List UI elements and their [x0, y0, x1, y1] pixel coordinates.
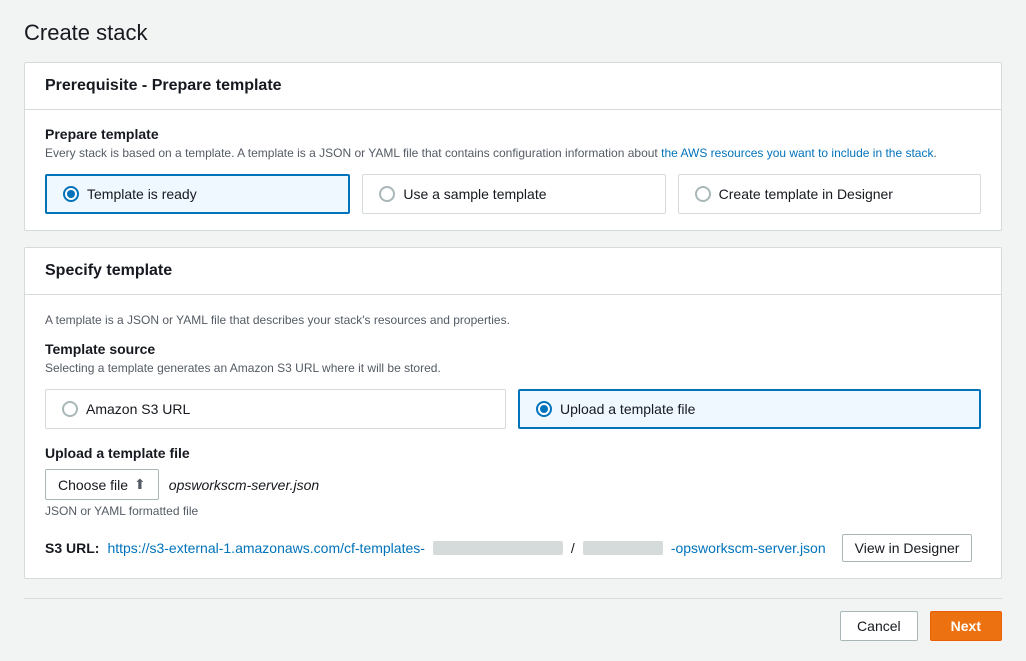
aws-resources-link[interactable]: the AWS resources you want to include in… — [661, 146, 933, 160]
specify-template-header: Specify template — [25, 248, 1001, 295]
template-ready-radio — [63, 186, 79, 202]
upload-file-option[interactable]: Upload a template file — [518, 389, 981, 429]
s3-url-option[interactable]: Amazon S3 URL — [45, 389, 506, 429]
s3-url-static-label: S3 URL: — [45, 540, 99, 556]
prerequisite-section: Prerequisite - Prepare template Prepare … — [24, 62, 1002, 231]
upload-file-label: Upload a template file — [560, 401, 695, 417]
template-ready-option[interactable]: Template is ready — [45, 174, 350, 214]
template-source-desc: Selecting a template generates an Amazon… — [45, 359, 981, 377]
designer-template-option[interactable]: Create template in Designer — [678, 174, 981, 214]
designer-template-radio — [695, 186, 711, 202]
upload-file-section-label: Upload a template file — [45, 445, 981, 461]
s3-url-redacted-segment-1 — [433, 541, 563, 555]
sample-template-label: Use a sample template — [403, 186, 546, 202]
upload-file-section: Upload a template file Choose file ⬆ ops… — [45, 445, 981, 518]
s3-url-slash: / — [571, 540, 575, 556]
s3-url-display-row: S3 URL: https://s3-external-1.amazonaws.… — [45, 534, 981, 562]
specify-template-desc: A template is a JSON or YAML file that d… — [45, 311, 981, 329]
cancel-button[interactable]: Cancel — [840, 611, 918, 641]
s3-url-suffix: -opsworkscm-server.json — [671, 540, 826, 556]
prepare-template-label: Prepare template — [45, 126, 981, 142]
s3-url-radio — [62, 401, 78, 417]
template-source-options: Amazon S3 URL Upload a template file — [45, 389, 981, 429]
choose-file-row: Choose file ⬆ opsworkscm-server.json — [45, 469, 981, 500]
template-ready-label: Template is ready — [87, 186, 197, 202]
view-in-designer-button[interactable]: View in Designer — [842, 534, 973, 562]
prerequisite-section-header: Prerequisite - Prepare template — [25, 63, 1001, 110]
page-footer: Cancel Next — [24, 598, 1002, 641]
template-source-label: Template source — [45, 341, 981, 357]
prepare-template-desc: Every stack is based on a template. A te… — [45, 144, 981, 162]
s3-url-label: Amazon S3 URL — [86, 401, 190, 417]
s3-url-redacted-segment-2 — [583, 541, 663, 555]
prepare-template-options: Template is ready Use a sample template … — [45, 174, 981, 214]
sample-template-radio — [379, 186, 395, 202]
specify-template-section: Specify template A template is a JSON or… — [24, 247, 1002, 579]
choose-file-btn-label: Choose file — [58, 477, 128, 493]
upload-icon: ⬆ — [134, 476, 146, 493]
upload-file-radio — [536, 401, 552, 417]
page-title: Create stack — [24, 20, 1002, 46]
s3-url-prefix: https://s3-external-1.amazonaws.com/cf-t… — [107, 540, 424, 556]
next-button[interactable]: Next — [930, 611, 1002, 641]
designer-template-label: Create template in Designer — [719, 186, 893, 202]
choose-file-button[interactable]: Choose file ⬆ — [45, 469, 159, 500]
sample-template-option[interactable]: Use a sample template — [362, 174, 665, 214]
uploaded-filename: opsworkscm-server.json — [169, 477, 319, 493]
file-format-hint: JSON or YAML formatted file — [45, 504, 981, 518]
